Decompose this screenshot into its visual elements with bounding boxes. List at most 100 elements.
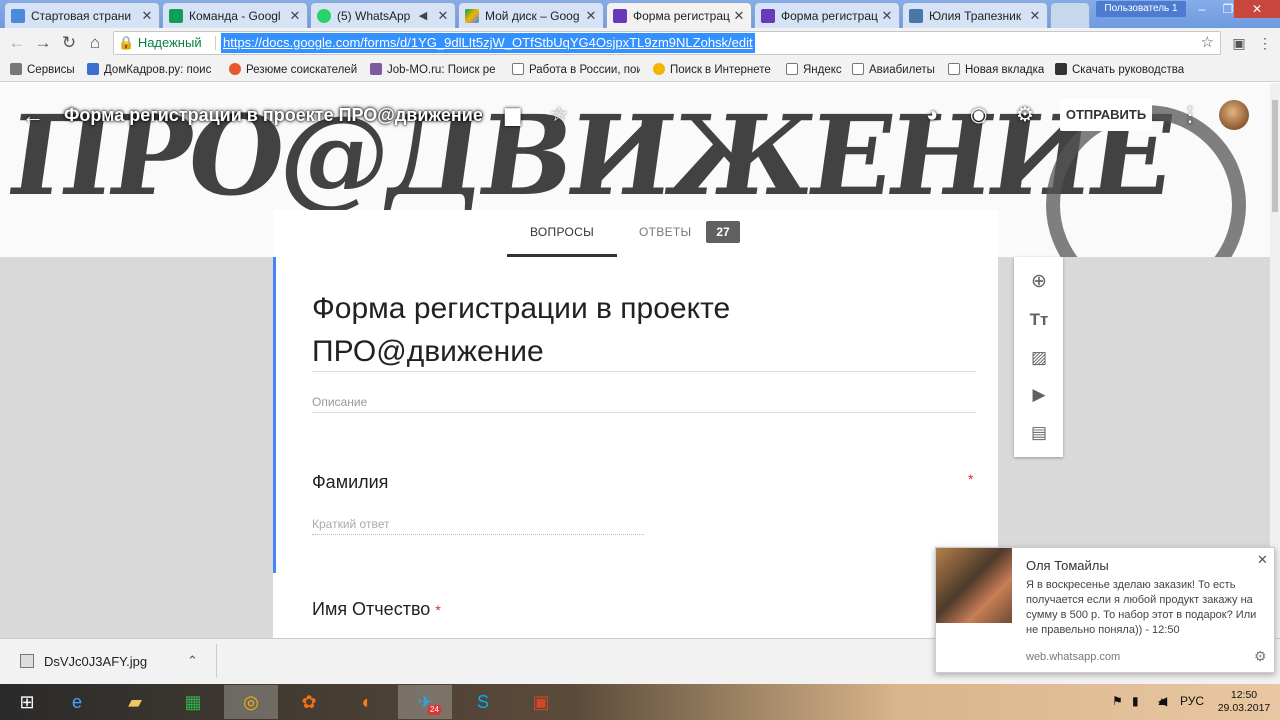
tab-title: (5) WhatsApp (337, 8, 411, 23)
speaker-icon[interactable]: ◀ (415, 9, 431, 22)
forms-icon (761, 8, 775, 23)
bookmark-item[interactable]: Поиск в Интернете (653, 63, 771, 76)
more-vert-icon[interactable]: ⋮ (1180, 103, 1200, 127)
bookmark-label: Авиабилеты (869, 64, 935, 76)
tab-questions[interactable]: ВОПРОСЫ (507, 210, 617, 257)
reload-icon[interactable]: ↻ (58, 34, 80, 52)
gear-icon[interactable]: ⚙ (1254, 648, 1267, 665)
file-explorer-icon[interactable]: ▰ (108, 685, 162, 719)
add-video-icon[interactable]: ▶ (1028, 384, 1050, 406)
new-tab-button[interactable] (1050, 2, 1090, 28)
tab-title: Форма регистрац (633, 8, 730, 23)
address-bar[interactable]: 🔒 Надежный https://docs.google.com/forms… (113, 31, 1221, 55)
download-item[interactable]: DsVJc0J3AFY.jpg (20, 654, 147, 669)
form-app-bar: ← Форма регистрации в проекте ПРО@движен… (0, 83, 1270, 147)
dots-app-icon[interactable]: ✿ (282, 685, 336, 719)
bookmark-item[interactable]: Новая вкладка (948, 63, 1044, 76)
question-title-name[interactable]: Имя Отчество * (312, 599, 441, 620)
tab-title: Юлия Трапезник (929, 8, 1022, 23)
question-title-lastname[interactable]: Фамилия (312, 472, 388, 493)
window-close-icon[interactable]: ✕ (1234, 0, 1280, 18)
bookmark-item[interactable]: Резюме соискателей (229, 63, 357, 76)
bookmark-label: Резюме соискателей (246, 64, 357, 76)
browser-tab-start[interactable]: Стартовая страни ✕ (4, 2, 160, 28)
close-icon[interactable]: ✕ (879, 8, 895, 24)
forward-arrow-icon[interactable]: → (32, 34, 54, 52)
send-button[interactable]: ОТПРАВИТЬ (1060, 99, 1152, 131)
tab-title: Стартовая страни (31, 8, 132, 23)
add-title-icon[interactable]: Tт (1028, 309, 1050, 331)
download-filename: DsVJc0J3AFY.jpg (44, 654, 148, 669)
preview-eye-icon[interactable]: ◉ (970, 103, 987, 127)
language-indicator[interactable]: РУС (1180, 694, 1204, 708)
add-question-icon[interactable]: ⊕ (1028, 271, 1050, 293)
vk-icon (909, 8, 923, 23)
presentation-app-icon[interactable]: ▣ (514, 685, 568, 719)
bookmark-item[interactable]: Яндекс (786, 63, 842, 76)
browser-tab-form[interactable]: Форма регистрац ✕ (754, 2, 900, 28)
scrollbar-thumb[interactable] (1272, 100, 1278, 212)
add-image-icon[interactable]: ▨ (1028, 347, 1050, 369)
secure-indicator[interactable]: 🔒 Надежный (118, 32, 202, 54)
tab-answers[interactable]: ОТВЕТЫ (639, 210, 691, 254)
avatar[interactable] (1219, 100, 1249, 130)
job-icon (370, 63, 382, 75)
chevron-up-icon[interactable]: ⌃ (187, 653, 198, 669)
description-field[interactable]: Описание (312, 395, 367, 409)
form-header-title[interactable]: Форма регистрации в проекте ПРО@движение (64, 105, 483, 126)
url-text[interactable]: https://docs.google.com/forms/d/1YG_9dlL… (221, 33, 755, 53)
browser-tab-vk[interactable]: Юлия Трапезник ✕ (902, 2, 1048, 28)
windows-start-icon[interactable]: ⊞ (0, 685, 54, 719)
menu-dots-icon[interactable]: ⋮ (1254, 34, 1276, 52)
firefox-icon[interactable]: ◐ (340, 685, 394, 719)
bookmark-item[interactable]: Скачать руководства (1055, 63, 1184, 76)
volume-icon[interactable]: ◀ (1158, 694, 1167, 708)
resume-icon (229, 63, 241, 75)
bookmark-item[interactable]: Job-MO.ru: Поиск ре (370, 63, 498, 76)
browser-tab-form-active[interactable]: Форма регистрац ✕ (606, 2, 752, 28)
user-badge[interactable]: Пользователь 1 (1096, 1, 1186, 17)
browser-tab-drive[interactable]: Мой диск – Goog ✕ (458, 2, 604, 28)
folder-icon[interactable]: ▆ (505, 103, 520, 127)
bookmark-label: Job-MO.ru: Поиск ре (387, 64, 496, 76)
minimize-icon[interactable]: – (1190, 0, 1214, 18)
telegram-icon[interactable]: ✈ 24 (398, 685, 452, 719)
divider (215, 36, 216, 50)
bookmark-item[interactable]: Авиабилеты (852, 63, 935, 76)
close-icon[interactable]: ✕ (139, 8, 155, 24)
star-icon[interactable]: ☆ (550, 103, 568, 127)
add-section-icon[interactable]: ▤ (1028, 422, 1050, 444)
close-icon[interactable]: ✕ (287, 8, 303, 24)
bookmark-item[interactable]: Сервисы (10, 63, 75, 76)
sheets-icon (169, 8, 183, 23)
close-icon[interactable]: ✕ (731, 8, 747, 24)
extension-icon[interactable]: ▣ (1228, 34, 1250, 52)
flag-icon[interactable]: ⚑ (1112, 694, 1123, 708)
browser-tab-sheets[interactable]: Команда - Googl ✕ (162, 2, 308, 28)
whatsapp-notification[interactable]: Оля Томайлы Я в воскресенье зделаю заказ… (935, 547, 1275, 673)
close-icon[interactable]: ✕ (1027, 8, 1043, 24)
drive-icon (465, 8, 479, 23)
internet-explorer-icon[interactable]: e (50, 685, 104, 719)
browser-tab-whatsapp[interactable]: (5) WhatsApp ◀ ✕ (310, 2, 456, 28)
skype-icon[interactable]: S (456, 685, 510, 719)
chrome-icon[interactable]: ◎ (224, 685, 278, 719)
bookmark-item[interactable]: Работа в России, пои (512, 63, 640, 76)
back-arrow-icon[interactable]: ← (6, 34, 28, 52)
bookmark-item[interactable]: ДомКадров.ру: поис (87, 63, 217, 76)
network-icon[interactable]: ▮ (1132, 694, 1139, 708)
form-title[interactable]: Форма регистрации в проекте ПРО@движение (312, 287, 912, 373)
home-icon[interactable]: ⌂ (84, 34, 106, 52)
settings-gear-icon[interactable]: ⚙ (1016, 103, 1034, 127)
bookmark-label: ДомКадров.ру: поис (104, 64, 212, 76)
back-arrow-icon[interactable]: ← (22, 103, 44, 129)
spreadsheet-app-icon[interactable]: ▦ (166, 685, 220, 719)
close-icon[interactable]: ✕ (435, 8, 451, 24)
bookmark-label: Яндекс (803, 64, 842, 76)
bookmark-star-icon[interactable]: ☆ (1201, 32, 1214, 54)
clock-time: 12:50 (1230, 689, 1258, 701)
clock[interactable]: 12:50 29.03.2017 (1216, 689, 1272, 715)
close-icon[interactable]: ✕ (583, 8, 599, 24)
palette-icon[interactable]: ◕ (926, 103, 938, 127)
close-icon[interactable]: ✕ (1257, 552, 1268, 568)
